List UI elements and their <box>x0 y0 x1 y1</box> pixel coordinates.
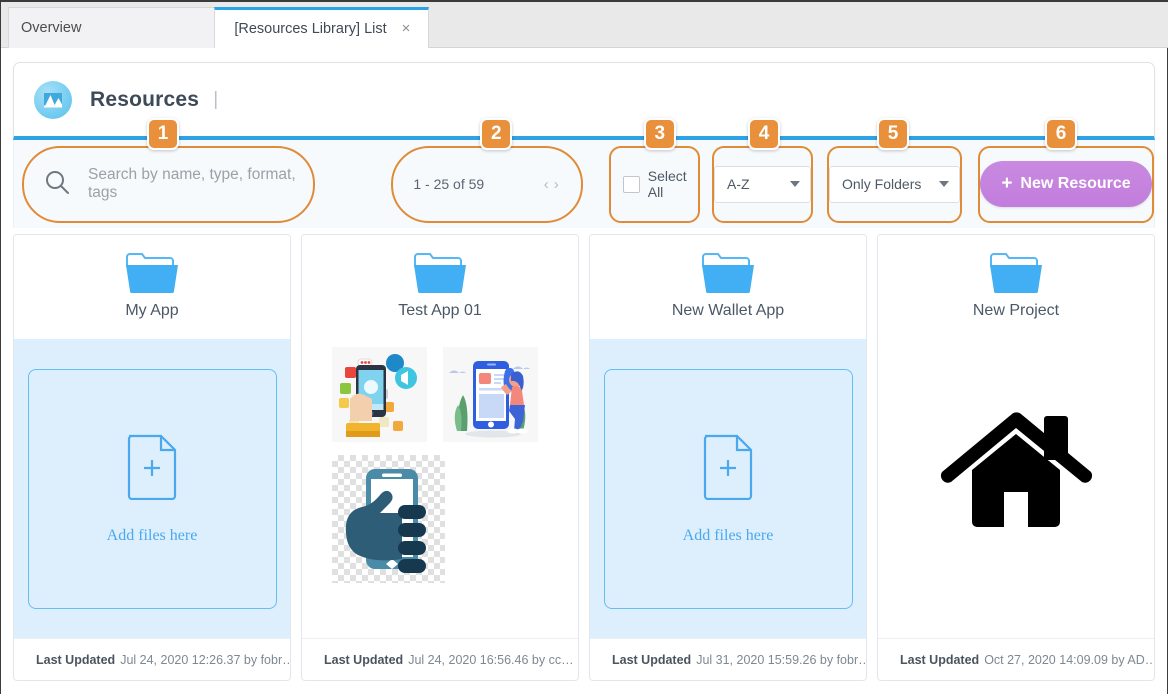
chevron-down-icon <box>939 181 949 187</box>
card-body: Add files here <box>14 339 290 638</box>
search-highlight-ring: 1 Search by name, type, format, tags <box>22 117 316 223</box>
chevron-left-icon[interactable]: ‹ <box>544 176 549 193</box>
card-footer-label: Last Updated <box>900 652 980 667</box>
pagination: 1 - 25 of 59 ‹ › <box>393 176 580 193</box>
page-title: Resources <box>90 87 200 111</box>
chevron-right-icon[interactable]: › <box>554 176 559 193</box>
resource-card[interactable]: Test App 01 Last Updated Jul 24, 2020 16… <box>301 234 579 681</box>
search-icon <box>44 169 70 200</box>
plus-icon: + <box>1001 173 1013 194</box>
callout-badge-6: 6 <box>1045 117 1077 150</box>
card-footer-value: Jul 24, 2020 16:56.46 by cc… <box>408 652 574 667</box>
sort-dropdown[interactable]: A-Z <box>714 165 811 203</box>
card-footer-value: Jul 24, 2020 12:26.37 by fobr… <box>120 652 290 667</box>
dropzone-area: Add files here <box>590 339 866 638</box>
card-title: Test App 01 <box>398 302 482 319</box>
pagination-arrows: ‹ › <box>544 176 559 193</box>
callout-badge-4: 4 <box>748 117 780 150</box>
card-title: My App <box>125 302 179 319</box>
card-footer: Last Updated Jul 31, 2020 15:59.26 by fo… <box>590 638 866 680</box>
card-footer: Last Updated Jul 24, 2020 16:56.46 by cc… <box>302 638 578 680</box>
resource-card[interactable]: My App Add files here Last Updated Jul 2… <box>13 234 291 681</box>
resources-header-panel: Resources | <box>13 62 1155 140</box>
folder-filter-value: Only Folders <box>842 176 922 192</box>
card-footer-value: Oct 27, 2020 14:09.09 by AD… <box>984 652 1154 667</box>
folder-icon <box>699 249 757 297</box>
tab-resources-library-list[interactable]: [Resources Library] List × <box>214 7 429 48</box>
thumbnail-hand-holding-phone[interactable] <box>332 347 427 442</box>
card-body <box>878 339 1154 638</box>
card-body <box>302 339 578 638</box>
tab-overview[interactable]: Overview <box>8 7 216 48</box>
sort-highlight-ring: 4 A-Z <box>712 117 813 223</box>
search-placeholder: Search by name, type, format, tags <box>88 166 296 201</box>
app-window: Overview [Resources Library] List × Reso… <box>0 0 1168 694</box>
thumbnail-grid <box>302 339 578 638</box>
card-footer-label: Last Updated <box>324 652 404 667</box>
filter-highlight-ring: 5 Only Folders <box>827 117 962 223</box>
card-title: New Project <box>972 302 1060 319</box>
add-files-dropzone[interactable]: Add files here <box>603 368 853 609</box>
add-files-dropzone[interactable]: Add files here <box>27 368 277 609</box>
chevron-down-icon <box>790 181 800 187</box>
new-resource-highlight-ring: 6 + New Resource <box>978 117 1154 223</box>
dropzone-area: Add files here <box>14 339 290 638</box>
close-icon[interactable]: × <box>398 21 414 37</box>
tab-bar: Overview [Resources Library] List × <box>1 2 1168 48</box>
card-body: Add files here <box>590 339 866 638</box>
resource-card[interactable]: New Project Last Updated Oct 27, 2020 14… <box>877 234 1155 681</box>
resource-card[interactable]: New Wallet App Add files here Last Updat… <box>589 234 867 681</box>
folder-icon <box>123 249 181 297</box>
card-header: New Wallet App <box>590 235 866 339</box>
tab-resources-library-list-label: [Resources Library] List <box>234 21 387 37</box>
new-resource-button[interactable]: + New Resource <box>980 161 1152 207</box>
sort-dropdown-value: A-Z <box>727 176 750 192</box>
card-footer-value: Jul 31, 2020 15:59.26 by fobr… <box>696 652 866 667</box>
dropzone-label: Add files here <box>682 527 774 544</box>
pagination-range: 1 - 25 of 59 <box>413 176 485 192</box>
callout-badge-3: 3 <box>643 117 676 150</box>
card-title: New Wallet App <box>671 302 785 319</box>
callout-badge-5: 5 <box>877 117 909 150</box>
folder-icon <box>987 249 1045 297</box>
card-header: New Project <box>878 235 1154 339</box>
toolbar: 1 Search by name, type, format, tags 2 1… <box>13 117 1155 228</box>
home-house-icon <box>932 404 1100 543</box>
folder-filter-dropdown[interactable]: Only Folders <box>829 165 960 203</box>
select-all-checkbox[interactable] <box>622 175 640 193</box>
thumbnail-hand-phone-glyph[interactable] <box>332 455 445 583</box>
select-all-highlight-ring: 3 Select All <box>608 117 700 223</box>
card-footer: Last Updated Oct 27, 2020 14:09.09 by AD… <box>878 638 1154 680</box>
card-footer: Last Updated Jul 24, 2020 12:26.37 by fo… <box>14 638 290 680</box>
callout-badge-2: 2 <box>480 117 513 150</box>
select-all-label: Select All <box>647 168 687 200</box>
card-footer-label: Last Updated <box>36 652 116 667</box>
card-footer-label: Last Updated <box>612 652 692 667</box>
add-file-icon <box>700 432 756 505</box>
image-landscape-icon <box>34 80 72 119</box>
thumbnail-woman-with-phone[interactable] <box>443 347 538 442</box>
tab-overview-label: Overview <box>21 20 82 36</box>
search-input[interactable]: Search by name, type, format, tags <box>24 166 313 202</box>
card-header: Test App 01 <box>302 235 578 339</box>
select-all-control[interactable]: Select All <box>611 168 698 200</box>
dropzone-label: Add files here <box>106 527 198 544</box>
page-body: Resources | 1 Search by name, type, form… <box>1 48 1167 694</box>
resource-card-grid: My App Add files here Last Updated Jul 2… <box>13 234 1155 681</box>
callout-badge-1: 1 <box>147 117 179 150</box>
pagination-highlight-ring: 2 1 - 25 of 59 ‹ › <box>391 117 583 223</box>
preview-area <box>878 339 1154 638</box>
new-resource-label: New Resource <box>1020 175 1131 192</box>
add-file-icon <box>124 432 180 505</box>
folder-icon <box>411 249 469 297</box>
card-header: My App <box>14 235 290 339</box>
title-separator: | <box>213 88 219 110</box>
